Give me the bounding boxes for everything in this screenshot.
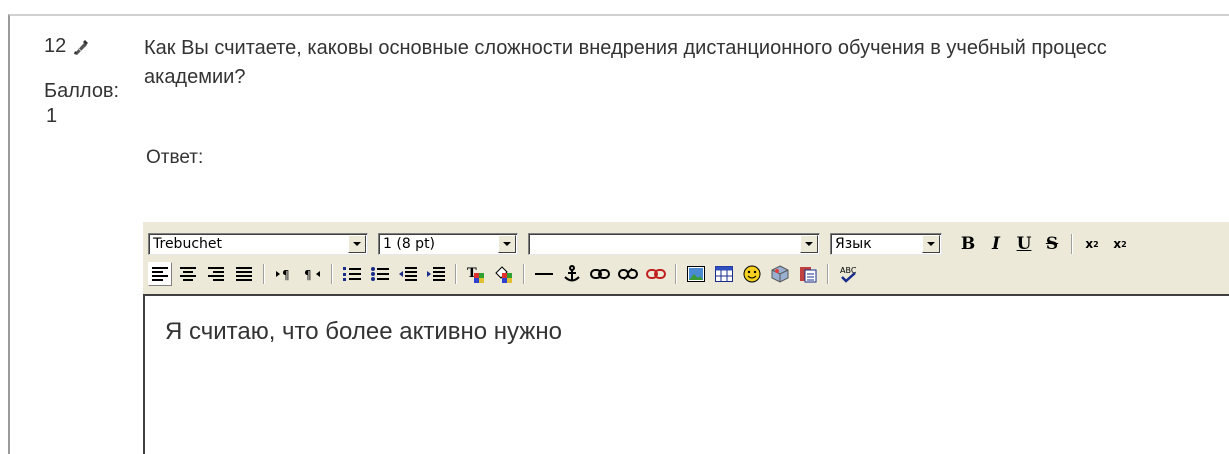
paste-icon[interactable] xyxy=(796,262,820,286)
chevron-down-icon[interactable] xyxy=(800,235,818,253)
link-icon[interactable] xyxy=(588,262,612,286)
bold-icon[interactable]: B xyxy=(956,232,980,256)
underline-icon[interactable]: U xyxy=(1012,232,1036,256)
font-family-value: Trebuchet xyxy=(153,236,222,252)
language-value: Язык xyxy=(835,236,872,252)
question-number-text: 12 xyxy=(44,35,67,57)
strikethrough-icon[interactable]: S xyxy=(1040,232,1064,256)
html-editor: Trebuchet 1 (8 pt) Язык B I U S x2 x2 ¶ … xyxy=(143,222,1229,454)
answer-text: Я считаю, что более активно нужно xyxy=(165,318,562,345)
toolbar-row-1: Trebuchet 1 (8 pt) Язык B I U S x2 x2 xyxy=(148,232,1136,256)
toolbar-separator xyxy=(331,264,333,284)
subscript-icon[interactable]: x2 xyxy=(1080,232,1104,256)
unlink-icon[interactable] xyxy=(616,262,640,286)
horizontal-rule-icon[interactable] xyxy=(532,262,556,286)
editor-content-area[interactable]: Я считаю, что более активно нужно xyxy=(143,294,1229,454)
text-color-icon[interactable]: T xyxy=(464,262,488,286)
unordered-list-icon[interactable] xyxy=(368,262,392,286)
image-icon[interactable] xyxy=(684,262,708,286)
font-size-select[interactable]: 1 (8 pt) xyxy=(378,233,518,255)
anchor-icon[interactable] xyxy=(560,262,584,286)
grade-label: Баллов: xyxy=(44,80,120,102)
align-right-icon[interactable] xyxy=(204,262,228,286)
svg-text:¶: ¶ xyxy=(304,268,312,281)
svg-text:¶: ¶ xyxy=(282,268,290,281)
toolbar-separator xyxy=(1071,234,1073,254)
smiley-icon[interactable] xyxy=(740,262,764,286)
edit-pen-icon[interactable] xyxy=(72,39,90,55)
toolbar-separator xyxy=(523,264,525,284)
no-link-icon[interactable] xyxy=(644,262,668,286)
align-center-icon[interactable] xyxy=(176,262,200,286)
style-select[interactable] xyxy=(528,233,820,255)
superscript-icon[interactable]: x2 xyxy=(1108,232,1132,256)
rtl-icon[interactable]: ¶ xyxy=(300,262,324,286)
spellcheck-icon[interactable]: ABC xyxy=(836,262,860,286)
justify-icon[interactable] xyxy=(232,262,256,286)
grade-value: 1 xyxy=(46,105,58,127)
font-size-value: 1 (8 pt) xyxy=(383,236,436,252)
language-select[interactable]: Язык xyxy=(830,233,942,255)
answer-label: Ответ: xyxy=(146,147,204,168)
toolbar-separator xyxy=(675,264,677,284)
ltr-icon[interactable]: ¶ xyxy=(272,262,296,286)
italic-icon[interactable]: I xyxy=(984,232,1008,256)
question-number: 12 xyxy=(44,35,90,58)
font-family-select[interactable]: Trebuchet xyxy=(148,233,368,255)
table-icon[interactable] xyxy=(712,262,736,286)
chevron-down-icon[interactable] xyxy=(922,235,940,253)
question-text: Как Вы считаете, каковы основные сложнос… xyxy=(144,37,1107,88)
chevron-down-icon[interactable] xyxy=(348,235,366,253)
toolbar-separator xyxy=(263,264,265,284)
ordered-list-icon[interactable] xyxy=(340,262,364,286)
editor-toolbar: Trebuchet 1 (8 pt) Язык B I U S x2 x2 ¶ … xyxy=(143,222,1229,294)
toolbar-separator xyxy=(827,264,829,284)
outdent-icon[interactable] xyxy=(396,262,420,286)
toolbar-separator xyxy=(455,264,457,284)
chevron-down-icon[interactable] xyxy=(498,235,516,253)
align-left-icon[interactable] xyxy=(148,262,172,286)
toolbar-row-2: ¶ ¶ T ABC xyxy=(148,260,864,288)
indent-icon[interactable] xyxy=(424,262,448,286)
highlight-color-icon[interactable] xyxy=(492,262,516,286)
special-char-icon[interactable] xyxy=(768,262,792,286)
